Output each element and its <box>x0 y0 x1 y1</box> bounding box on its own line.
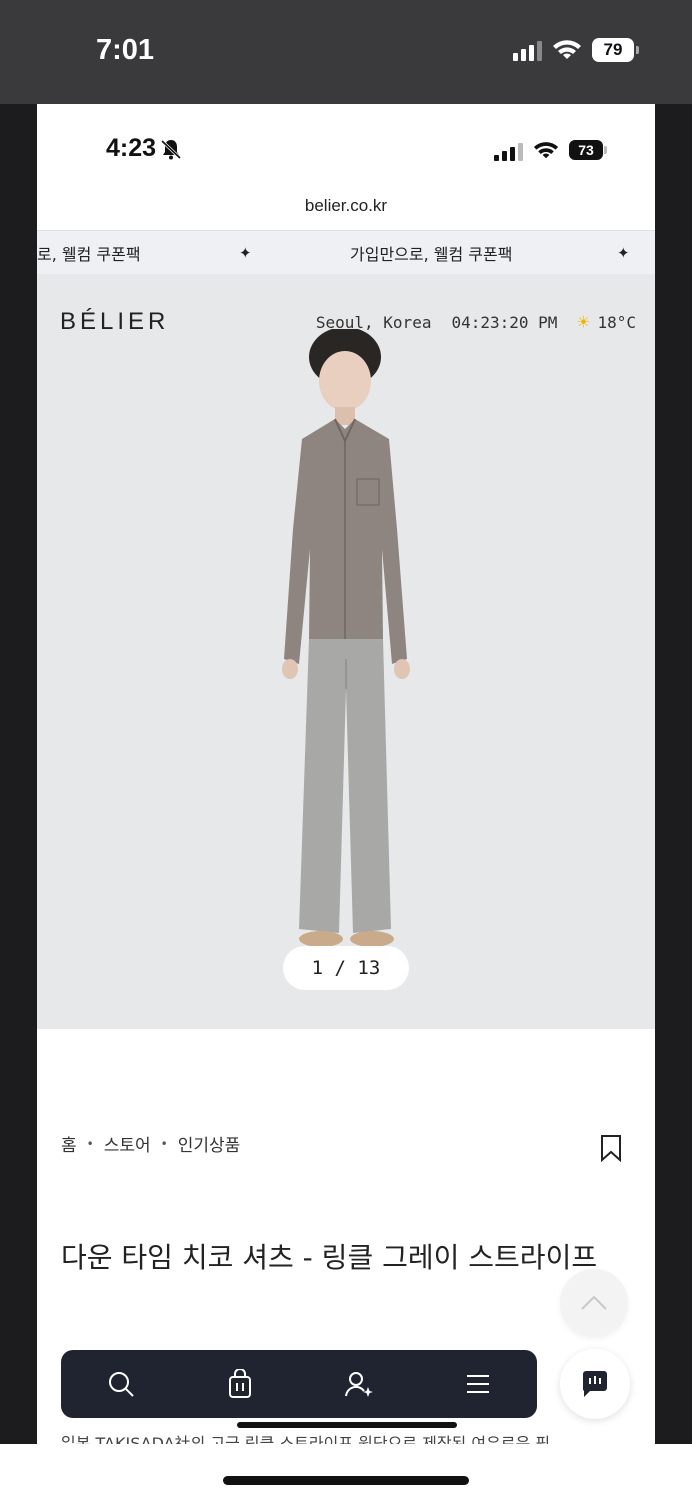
right-frame <box>655 104 692 1444</box>
muted-bell-icon <box>161 139 182 159</box>
sparkle-icon: ✦ <box>617 243 630 262</box>
chat-icon <box>582 1371 607 1397</box>
shopping-bag-icon <box>228 1369 251 1398</box>
breadcrumb-separator: • <box>86 1136 94 1151</box>
inner-status-bar: 4:23 73 <box>37 104 655 194</box>
signal-icon <box>513 39 542 61</box>
outer-status-bar: 7:01 79 <box>0 0 692 104</box>
breadcrumb-separator: • <box>160 1136 168 1151</box>
marquee-text-right: 가입만으로, 웰컴 쿠폰팩 <box>350 244 513 264</box>
marquee-text-left: 로, 웰컴 쿠폰팩 <box>37 244 141 264</box>
outer-home-area <box>0 1444 692 1500</box>
chevron-up-icon <box>581 1295 607 1310</box>
breadcrumb-popular[interactable]: 인기상품 <box>178 1131 241 1156</box>
chat-button[interactable] <box>560 1349 630 1419</box>
sun-icon: ☀ <box>577 310 590 334</box>
sparkle-icon: ✦ <box>239 243 252 262</box>
battery-icon: 79 <box>592 38 639 62</box>
clock-text: 04:23:20 PM <box>451 312 558 332</box>
inner-signal-icon <box>494 139 523 161</box>
breadcrumb: 홈 • 스토어 • 인기상품 <box>61 1131 240 1156</box>
description-preview: 일본 TAKISADA社의 고급 링클 스트라이프 원단으로 제작된 여유로운 … <box>61 1434 551 1444</box>
scroll-to-top-button[interactable] <box>560 1269 628 1337</box>
menu-icon <box>466 1375 489 1393</box>
left-frame <box>0 104 37 1444</box>
search-icon <box>108 1372 134 1397</box>
product-title: 다운 타임 치코 셔츠 - 링클 그레이 스트라이프 <box>61 1241 598 1274</box>
nav-search[interactable] <box>101 1364 141 1404</box>
bookmark-icon[interactable] <box>600 1134 622 1162</box>
outer-clock: 7:01 <box>96 34 155 66</box>
breadcrumb-home[interactable]: 홈 <box>61 1131 77 1156</box>
inner-home-indicator <box>237 1422 457 1428</box>
promo-marquee[interactable]: 로, 웰컴 쿠폰팩 ✦ 가입만으로, 웰컴 쿠폰팩 ✦ <box>37 230 655 274</box>
gallery-pager: 1 / 13 <box>283 946 409 990</box>
inner-clock-text: 4:23 <box>106 134 157 162</box>
user-sparkle-icon <box>344 1372 373 1397</box>
inner-status-icons: 73 <box>494 139 607 161</box>
inner-clock: 4:23 <box>106 134 182 163</box>
product-model-image <box>282 329 410 947</box>
inner-wifi-icon <box>533 141 559 158</box>
product-gallery[interactable]: BÉLIER Seoul, Korea 04:23:20 PM ☀ 18°C 1… <box>37 274 655 1029</box>
address-bar[interactable]: belier.co.kr <box>37 196 655 216</box>
inner-screenshot: 4:23 73 belier.co.kr 로, 웰컴 쿠폰팩 ✦ 가입만으로, … <box>37 104 655 1444</box>
nav-cart[interactable] <box>220 1364 260 1404</box>
outer-status-icons: 79 <box>513 38 639 62</box>
inner-battery-icon: 73 <box>569 140 607 160</box>
breadcrumb-store[interactable]: 스토어 <box>104 1131 151 1156</box>
nav-account[interactable] <box>339 1364 379 1404</box>
bottom-nav <box>61 1350 537 1418</box>
nav-menu[interactable] <box>458 1364 498 1404</box>
wifi-icon <box>553 40 581 59</box>
home-indicator[interactable] <box>223 1476 469 1485</box>
temperature-text: 18°C <box>597 312 636 332</box>
brand-logo[interactable]: BÉLIER <box>60 308 169 336</box>
